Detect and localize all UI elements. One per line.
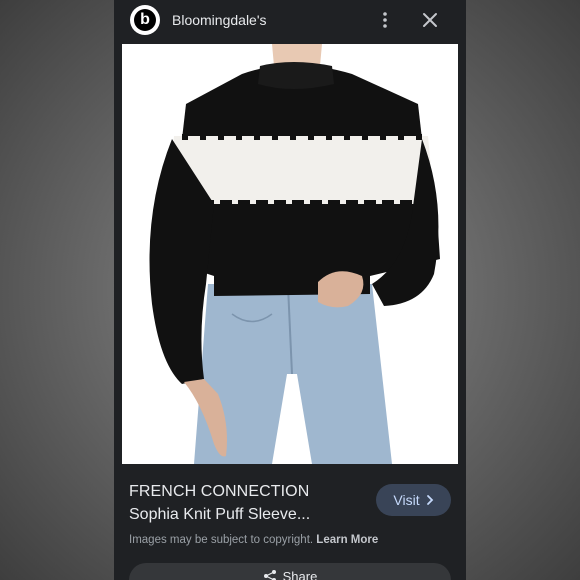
- site-name[interactable]: Bloomingdale's: [172, 12, 267, 28]
- image-viewer-panel: b Bloomingdale's FRENCH CONNECTION Sophi…: [114, 0, 466, 580]
- share-icon: [263, 570, 276, 580]
- learn-more-link[interactable]: Learn More: [316, 534, 378, 546]
- chevron-right-icon: [426, 495, 433, 505]
- share-label: Share: [282, 569, 318, 580]
- logo-letter: b: [134, 9, 156, 31]
- more-vert-icon[interactable]: [380, 10, 390, 30]
- product-image[interactable]: [122, 44, 458, 464]
- copyright-notice: Images may be subject to copyright. Lear…: [129, 534, 378, 546]
- close-icon[interactable]: [420, 10, 440, 30]
- product-name[interactable]: Sophia Knit Puff Sleeve...: [129, 506, 310, 524]
- copyright-text: Images may be subject to copyright.: [129, 534, 314, 546]
- product-brand[interactable]: FRENCH CONNECTION: [129, 483, 309, 501]
- visit-button[interactable]: Visit: [376, 484, 451, 516]
- viewer-header: b Bloomingdale's: [114, 0, 466, 40]
- sweater-photo: [122, 44, 458, 464]
- site-logo[interactable]: b: [130, 5, 160, 35]
- share-button[interactable]: Share: [129, 563, 451, 580]
- visit-label: Visit: [393, 492, 420, 508]
